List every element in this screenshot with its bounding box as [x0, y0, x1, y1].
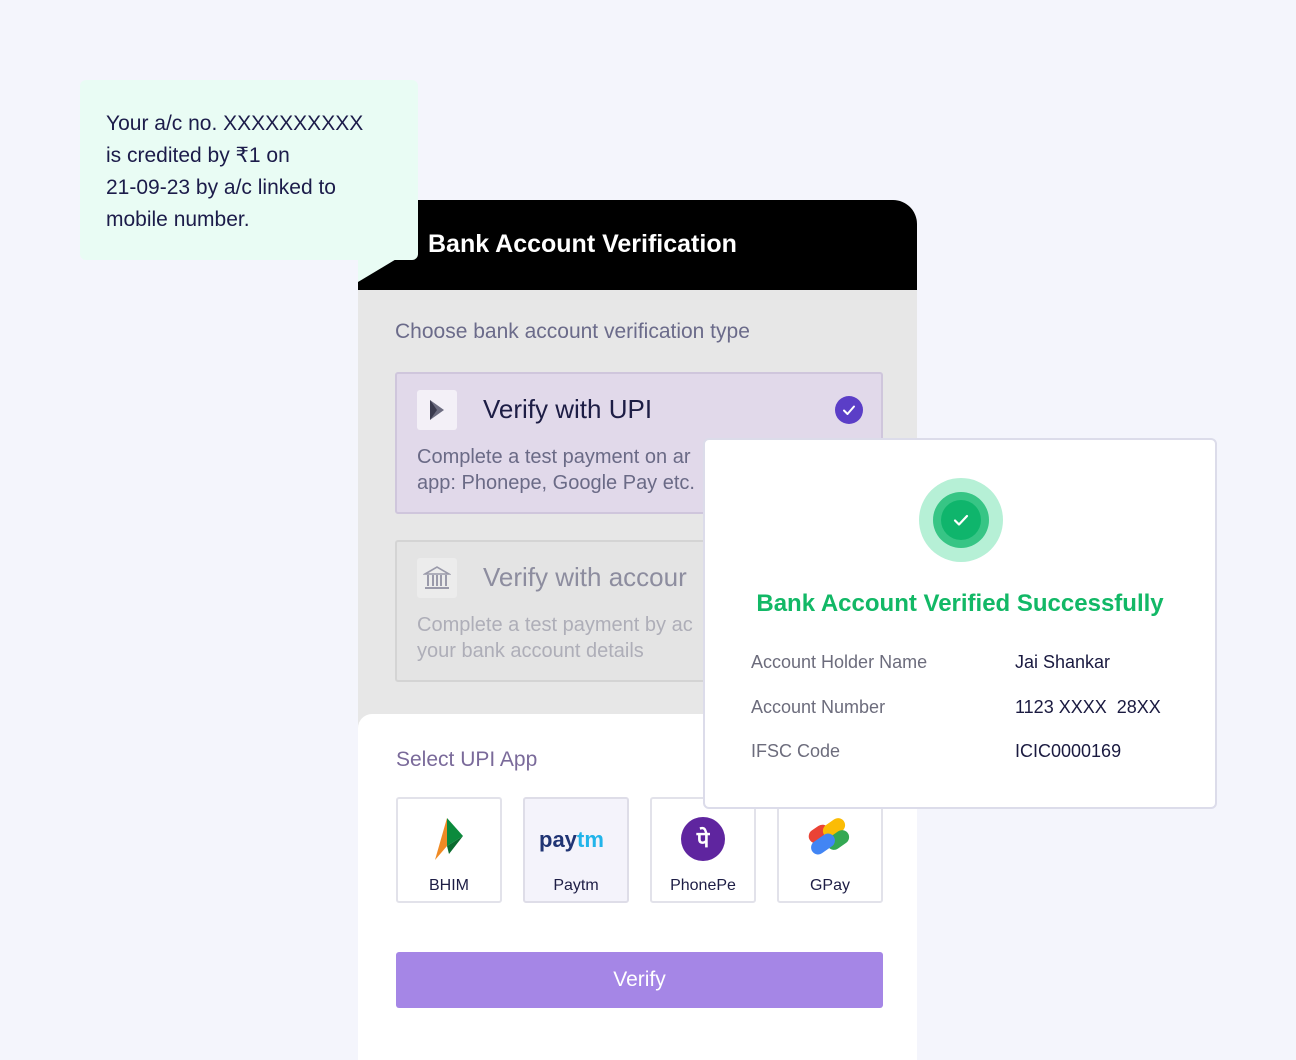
- sms-notification: Your a/c no. XXXXXXXXXX is credited by ₹…: [80, 80, 418, 260]
- sms-bubble-tail: [358, 258, 398, 282]
- bank-icon: [417, 558, 457, 598]
- paytm-logo: pay tm: [525, 815, 627, 863]
- verify-button[interactable]: Verify: [396, 952, 883, 1008]
- app-bhim[interactable]: BHIM: [396, 797, 502, 903]
- app-name: GPay: [809, 877, 850, 894]
- option-desc-line: Complete a test payment by ac: [417, 614, 693, 636]
- phonepe-logo: पे: [652, 815, 754, 863]
- gpay-logo: [779, 815, 881, 863]
- option-title: Verify with accour: [483, 562, 687, 592]
- detail-label: Account Holder Name: [751, 652, 928, 672]
- app-name: BHIM: [429, 877, 469, 894]
- option-desc-line: your bank account details: [417, 640, 644, 662]
- card-title: Bank Account Verification: [428, 230, 737, 258]
- checkmark-icon: [835, 396, 863, 424]
- detail-label: IFSC Code: [751, 741, 841, 761]
- detail-value: ICIC0000169: [1015, 741, 1122, 761]
- svg-text:tm: tm: [577, 827, 604, 852]
- sms-line: 21-09-23 by a/c linked to: [106, 176, 336, 199]
- card-header: Bank Account Verification: [358, 200, 917, 290]
- sms-line: is credited by ₹1 on: [106, 144, 290, 167]
- bhim-logo: [398, 815, 500, 863]
- success-check-icon: [919, 478, 1003, 562]
- detail-label: Account Number: [751, 697, 886, 717]
- detail-value: Jai Shankar: [1015, 652, 1111, 672]
- app-name: PhonePe: [670, 877, 736, 894]
- upi-app-label: Select UPI App: [396, 748, 538, 771]
- sms-line: Your a/c no. XXXXXXXXXX: [106, 112, 364, 135]
- svg-text:पे: पे: [696, 826, 711, 853]
- svg-text:pay: pay: [539, 827, 578, 852]
- app-gpay[interactable]: GPay: [777, 797, 883, 903]
- upi-icon: [417, 390, 457, 430]
- success-card: Bank Account Verified Successfully Accou…: [703, 438, 1217, 809]
- verification-type-label: Choose bank account verification type: [395, 320, 750, 343]
- detail-value: 1123 XXXX 28XX: [1015, 697, 1161, 717]
- app-name: Paytm: [553, 877, 599, 894]
- option-title: Verify with UPI: [483, 394, 653, 424]
- option-desc-line: Complete a test payment on ar: [417, 446, 691, 468]
- success-title: Bank Account Verified Successfully: [756, 590, 1164, 617]
- app-paytm[interactable]: pay tm Paytm: [523, 797, 629, 903]
- app-phonepe[interactable]: पे PhonePe: [650, 797, 756, 903]
- sms-line: mobile number.: [106, 208, 250, 231]
- option-desc-line: app: Phonepe, Google Pay etc.: [417, 472, 695, 494]
